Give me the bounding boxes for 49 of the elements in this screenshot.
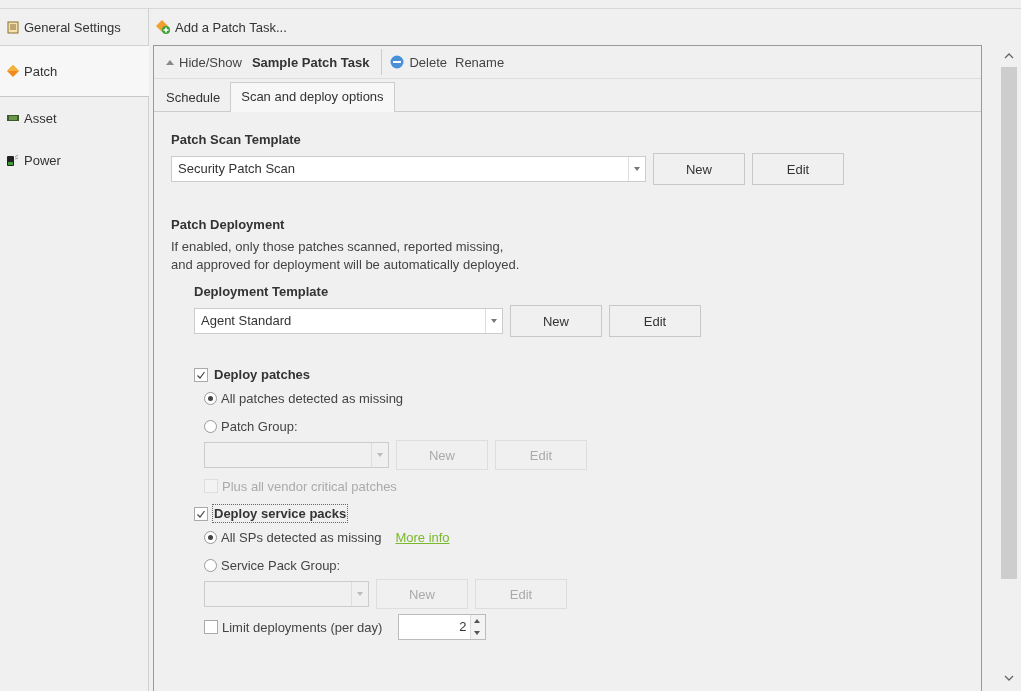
checkbox[interactable] — [194, 367, 208, 382]
radio-button[interactable] — [204, 558, 217, 572]
tab[interactable]: Schedule — [156, 84, 231, 111]
caret-icon — [357, 592, 363, 596]
new-button[interactable]: New — [510, 305, 602, 337]
scrollbar-thumb[interactable] — [1001, 67, 1017, 579]
deployment-template-dropdown[interactable]: Agent Standard — [194, 308, 503, 334]
task-name: Sample Patch Task — [251, 54, 370, 70]
radio-label: All SPs detected as missing — [221, 529, 382, 545]
add-task-icon — [155, 19, 171, 35]
number-spinner[interactable]: 2 — [398, 614, 487, 640]
radio-button[interactable] — [204, 419, 217, 433]
tab[interactable]: Scan and deploy options — [230, 82, 395, 112]
clipboard-icon — [6, 20, 20, 34]
checkbox-label: Plus all vendor critical patches — [222, 478, 397, 494]
sidebar-tab[interactable]: Power — [0, 139, 148, 181]
plug-icon — [6, 153, 20, 167]
minus-circle-icon — [390, 55, 405, 69]
new-button[interactable]: New — [653, 153, 745, 185]
description-text: If enabled, only those patches scanned, reported missing, and approved for deployment will be automatically deployed. — [171, 238, 521, 274]
radio-button[interactable] — [204, 391, 217, 405]
checkbox[interactable] — [194, 506, 208, 521]
caret-icon — [491, 319, 497, 323]
rename-button[interactable]: Rename — [451, 52, 509, 72]
radio-button[interactable] — [204, 530, 217, 544]
sidebar-tab[interactable]: Patch — [0, 46, 149, 97]
checkbox-label: Deploy patches — [213, 366, 312, 384]
caret-icon — [377, 453, 383, 457]
delete-button[interactable]: Delete — [386, 52, 451, 72]
radio-label: Patch Group: — [221, 418, 298, 434]
edit-button[interactable]: Edit — [609, 305, 701, 337]
hide-show-button[interactable]: Hide/Show — [162, 52, 246, 72]
scroll-down-icon[interactable] — [1004, 675, 1014, 681]
edit-button[interactable]: Edit — [752, 153, 844, 185]
caret-icon — [634, 167, 640, 171]
section-heading: Deployment Template — [194, 284, 330, 299]
checkbox[interactable] — [204, 620, 218, 634]
sidebar-tab[interactable]: Asset — [0, 97, 148, 139]
scan-template-dropdown[interactable]: Security Patch Scan — [171, 156, 646, 182]
collapse-icon — [166, 59, 174, 65]
section-heading: Patch Deployment — [171, 217, 286, 232]
scroll-up-icon[interactable] — [1004, 53, 1014, 59]
radio-label: All patches detected as missing — [221, 390, 404, 406]
checkbox-label: Deploy service packs — [212, 504, 349, 523]
checkbox-label: Limit deployments (per day) — [222, 619, 383, 635]
section-heading: Patch Scan Template — [171, 132, 302, 147]
diamond-icon — [6, 64, 20, 78]
add-task-button[interactable]: Add a Patch Task... — [153, 17, 289, 37]
radio-label: Service Pack Group: — [221, 557, 341, 573]
